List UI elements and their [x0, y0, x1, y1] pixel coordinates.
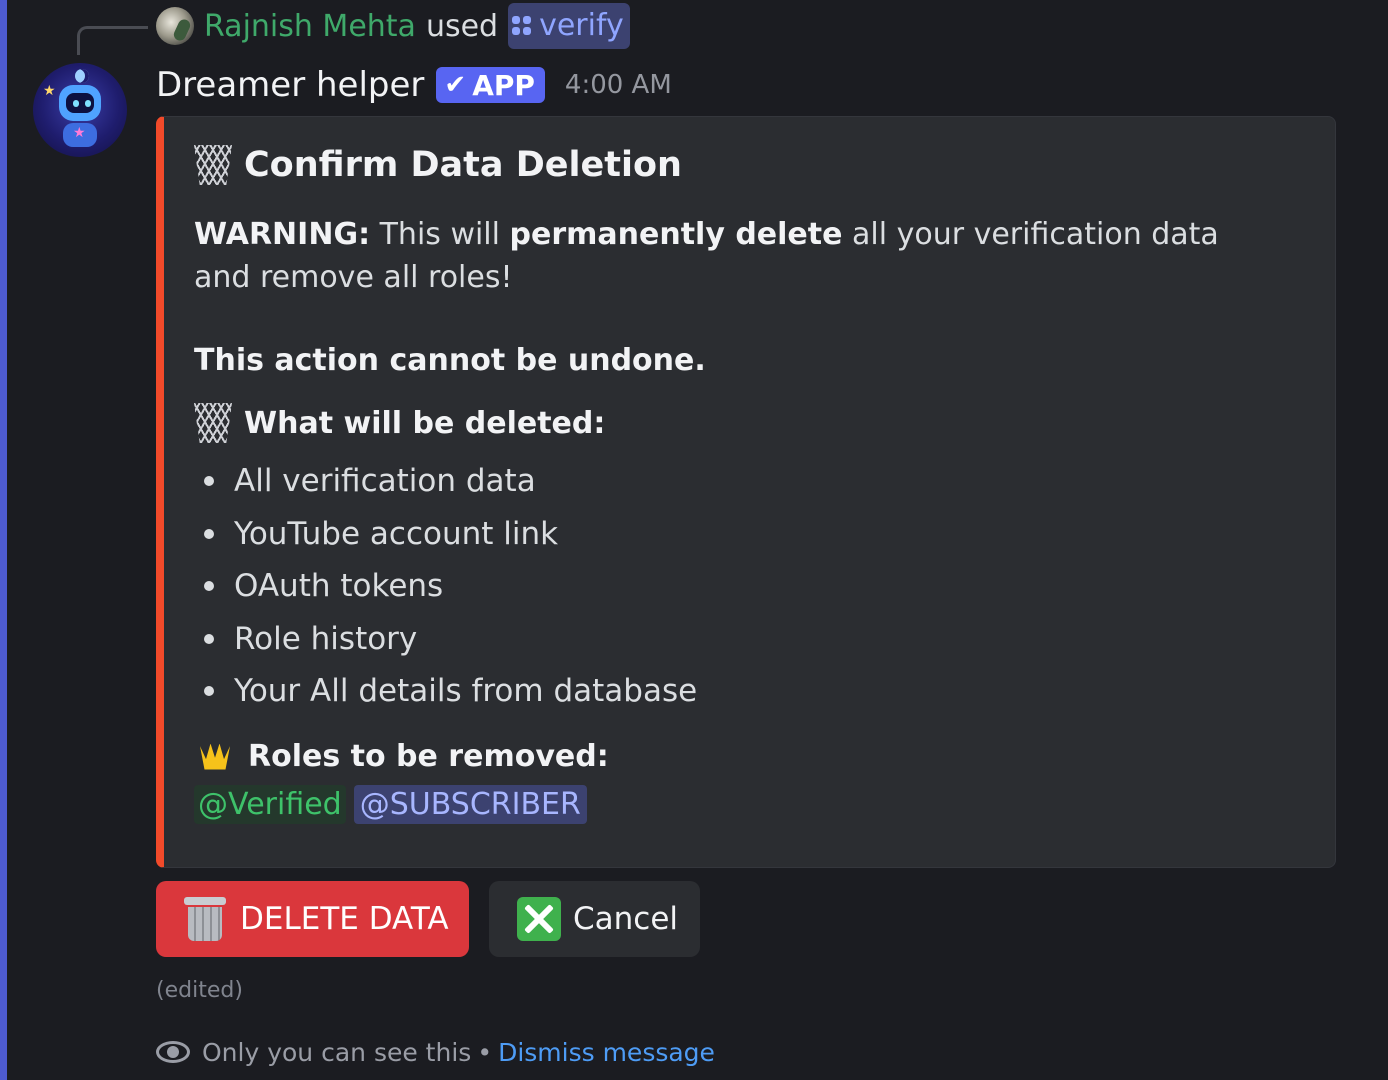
bot-avatar[interactable]: ★ ★: [33, 63, 127, 157]
warning-bold-text: permanently delete: [509, 217, 843, 252]
list-item-text: Role history: [234, 620, 418, 657]
separator-dot: •: [477, 1037, 493, 1067]
message-highlight-bar: [0, 0, 7, 1080]
embed-title: Confirm Data Deletion: [194, 145, 682, 185]
role-mention-subscriber[interactable]: @SUBSCRIBER: [353, 785, 587, 824]
list-item: Your All details from database: [194, 665, 697, 718]
reply-connector-line: [77, 26, 148, 55]
bullet: [204, 686, 214, 697]
message-timestamp[interactable]: 4:00 AM: [565, 70, 672, 100]
command-chip[interactable]: verify: [508, 3, 630, 49]
deleted-heading: What will be deleted:: [194, 403, 605, 443]
embed-title-text: Confirm Data Deletion: [244, 145, 682, 185]
deleted-items-list: All verification data YouTube account li…: [194, 455, 697, 718]
warning-label: WARNING:: [194, 217, 371, 252]
bullet: [204, 633, 214, 644]
command-reply-context[interactable]: Rajnish Mehta used verify: [156, 3, 630, 49]
embed-card: Confirm Data Deletion WARNING: This will…: [156, 116, 1336, 868]
warning-text-1: This will: [370, 217, 510, 252]
cross-mark-icon: [517, 897, 561, 941]
list-item-text: YouTube account link: [234, 515, 559, 552]
author-name[interactable]: Dreamer helper: [156, 65, 424, 105]
app-command-icon: [512, 15, 532, 35]
command-name: verify: [539, 7, 624, 43]
wastebasket-icon: [184, 895, 226, 943]
robot-eye-right: [85, 100, 91, 107]
list-item-text: OAuth tokens: [234, 568, 444, 605]
list-item: All verification data: [194, 455, 697, 508]
list-item: OAuth tokens: [194, 560, 697, 613]
roles-heading-text: Roles to be removed:: [248, 739, 609, 774]
message-header: Dreamer helper ✔ APP 4:00 AM: [156, 62, 672, 108]
eye-icon: [156, 1039, 190, 1065]
dismiss-message-link[interactable]: Dismiss message: [498, 1038, 715, 1067]
roles-heading: Roles to be removed:: [194, 739, 609, 774]
list-item-text: All verification data: [234, 463, 536, 500]
basket-icon: [194, 403, 232, 443]
app-badge-label: APP: [472, 68, 535, 102]
list-item: Role history: [194, 613, 697, 666]
delete-data-button[interactable]: DELETE DATA: [156, 881, 469, 957]
star-icon: ★: [43, 83, 56, 99]
deleted-heading-text: What will be deleted:: [244, 405, 606, 441]
delete-data-label: DELETE DATA: [240, 901, 449, 937]
only-you-text: Only you can see this: [202, 1037, 472, 1067]
checkmark-icon: ✔: [444, 70, 467, 100]
crown-icon: [200, 744, 230, 770]
moon-icon: [75, 69, 89, 83]
bullet: [204, 476, 214, 487]
edited-indicator: (edited): [156, 978, 243, 1003]
embed-description: WARNING: This will permanently delete al…: [194, 213, 1244, 299]
reply-username[interactable]: Rajnish Mehta: [204, 9, 416, 44]
cancel-button[interactable]: Cancel: [489, 881, 700, 957]
ephemeral-notice: Only you can see this • Dismiss message: [156, 1034, 715, 1070]
bullet: [204, 581, 214, 592]
cancel-label: Cancel: [573, 901, 679, 937]
undone-notice: This action cannot be undone.: [194, 343, 706, 378]
list-item: YouTube account link: [194, 508, 697, 561]
basket-icon: [194, 145, 232, 185]
reply-used-text: used: [425, 8, 499, 44]
robot-eye-left: [73, 100, 79, 107]
app-badge: ✔ APP: [436, 67, 545, 103]
reply-user-avatar[interactable]: [156, 7, 194, 45]
list-item-text: Your All details from database: [234, 673, 698, 710]
bullet: [204, 528, 214, 539]
roles-list: @Verified @SUBSCRIBER: [194, 785, 587, 824]
star-icon: ★: [73, 125, 86, 141]
role-mention-verified[interactable]: @Verified: [194, 785, 346, 824]
